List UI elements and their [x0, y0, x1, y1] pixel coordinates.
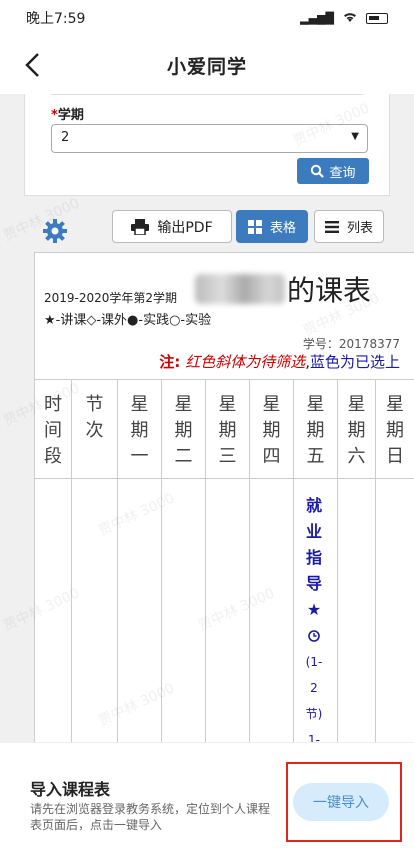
column-header-char: 星	[306, 394, 325, 415]
column-header-char: 一	[130, 446, 149, 467]
column-header: 星期三	[206, 380, 250, 478]
term-label: *学期	[51, 108, 84, 123]
student-id: 学号：20178377	[302, 337, 400, 351]
column-cell	[162, 479, 206, 742]
back-arrow-icon[interactable]	[18, 48, 52, 82]
column-header: 星期五	[294, 380, 338, 478]
column-header-char: 间	[44, 420, 62, 441]
column-header: 星期四	[250, 380, 294, 478]
column-header-char: 星	[130, 394, 149, 415]
column-header: 星期日	[376, 380, 414, 478]
query-button[interactable]: 查询	[297, 158, 369, 184]
note: 注: 红色斜体为待筛选,蓝色为已选上	[159, 353, 400, 371]
column-header: 星期二	[162, 380, 206, 478]
import-title: 导入课程表	[30, 780, 111, 799]
column-header-char: 节	[85, 394, 104, 415]
dropdown-arrow-icon: ▼	[351, 131, 359, 142]
column-header-char: 日	[386, 446, 404, 467]
column-header: 星期六	[338, 380, 376, 478]
status-time: 晚上7:59	[26, 11, 86, 27]
column-header-char: 四	[262, 446, 281, 467]
export-pdf-button[interactable]: 输出PDF	[112, 210, 232, 243]
column-header-char: 星	[262, 394, 281, 415]
column-header-char: 段	[44, 446, 62, 467]
column-header-char: 二	[174, 446, 193, 467]
webview: *学期 2 ▼ 查询 输出PDF 表格 列表 的课表 2019-2020学年第2…	[0, 94, 414, 742]
app-title: 小爱同学	[166, 55, 247, 78]
column-header-char: 期	[386, 420, 404, 441]
column-header-char: 星	[386, 394, 404, 415]
status-bar: 晚上7:59 ▂▄▆█	[0, 0, 414, 36]
column-header-char: 期	[262, 420, 281, 441]
import-description: 请先在浏览器登录教务系统，定位到个人课程表页面后，点击一键导入	[30, 802, 271, 832]
schedule-table: 的课表 2019-2020学年第2学期 ★-讲课◇-课外●-实践○-实验 学号：…	[34, 252, 414, 742]
column-header-char: 三	[218, 446, 237, 467]
column-cell	[250, 479, 294, 742]
column-header: 星期一	[118, 380, 162, 478]
blurred-name	[195, 274, 285, 304]
column-header-char: 五	[306, 446, 325, 467]
status-icons: ▂▄▆█	[300, 11, 388, 26]
column-header-char: 次	[85, 420, 104, 441]
signal-icon: ▂▄▆█	[300, 11, 334, 25]
wifi-icon	[342, 11, 358, 26]
column-header-char: 期	[130, 420, 149, 441]
table-view-button[interactable]: 表格	[236, 210, 308, 243]
app-bar: 小爱同学	[0, 36, 414, 94]
term-info: 2019-2020学年第2学期	[44, 291, 178, 305]
one-click-import-button[interactable]: 一键导入	[293, 783, 389, 821]
column-cell	[376, 479, 414, 742]
column-header-char: 期	[347, 420, 366, 441]
column-header-char: 六	[347, 446, 366, 467]
column-header-char: 期	[174, 420, 193, 441]
query-form: *学期 2 ▼ 查询	[24, 94, 390, 196]
battery-icon	[366, 12, 388, 24]
printer-icon	[131, 218, 150, 235]
search-icon	[311, 164, 325, 178]
list-view-button[interactable]: 列表	[314, 210, 384, 243]
clock-icon	[308, 630, 320, 642]
course-cell[interactable]: 就 业 指 导 ★ (1- 2 节) 1-	[292, 493, 336, 742]
grid-icon	[247, 219, 262, 234]
legend: ★-讲课◇-课外●-实践○-实验	[44, 313, 212, 328]
list-icon	[324, 220, 339, 233]
column-header-char: 期	[306, 420, 325, 441]
column-header-char: 期	[218, 420, 237, 441]
table-header-row: 时间段节次星期一星期二星期三星期四星期五星期六星期日	[35, 379, 414, 479]
column-header-char: 星	[347, 394, 366, 415]
column-header-char: 星	[218, 394, 237, 415]
column-cell	[338, 479, 376, 742]
import-panel: 导入课程表 请先在浏览器登录教务系统，定位到个人课程表页面后，点击一键导入 一键…	[0, 742, 414, 865]
column-header-char: 星	[174, 394, 193, 415]
